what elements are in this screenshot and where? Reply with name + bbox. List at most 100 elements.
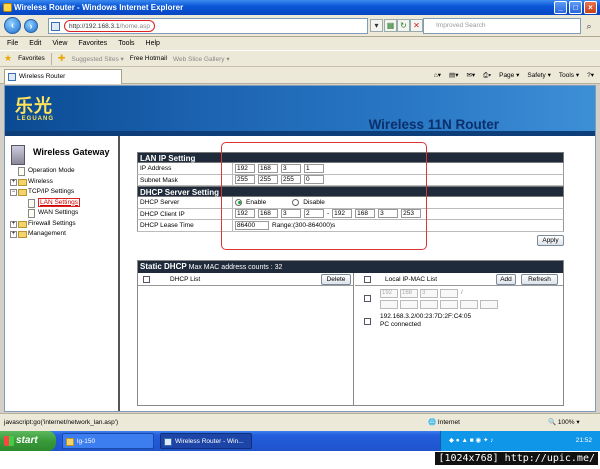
ip-address-row: IP Address 192 168 3 1 bbox=[137, 163, 564, 175]
mail-icon[interactable]: ✉▾ bbox=[466, 70, 475, 82]
dhcp-enable-radio[interactable] bbox=[235, 198, 242, 206]
new-mac-part-1[interactable] bbox=[380, 300, 398, 309]
safety-menu[interactable]: Safety ▾ bbox=[527, 70, 551, 82]
ip-octet-1[interactable]: 192 bbox=[235, 163, 255, 173]
tools-menu[interactable]: Tools ▾ bbox=[559, 70, 579, 82]
sidebar-item-firewall[interactable]: + Firewall Settings bbox=[10, 219, 80, 230]
ie-icon bbox=[164, 438, 172, 446]
new-mac-part-3[interactable] bbox=[420, 300, 438, 309]
start-button[interactable]: start bbox=[0, 431, 56, 451]
new-mac-part-6[interactable] bbox=[480, 300, 498, 309]
dhcp-client-ip-row: DHCP Client IP 192 168 3 2 - 192 168 3 2… bbox=[137, 208, 564, 220]
connected-entry: 192.168.3.2/00:23:7D:2F:C4:05 PC connect… bbox=[380, 313, 471, 329]
taskbar-item-folder[interactable]: lg-150 bbox=[62, 433, 154, 449]
taskbar-item-ie[interactable]: Wireless Router - Win... bbox=[160, 433, 252, 449]
new-ip-octet-4[interactable] bbox=[440, 289, 458, 298]
minimize-button[interactable]: _ bbox=[554, 1, 567, 14]
help-icon[interactable]: ?▾ bbox=[587, 70, 594, 82]
address-bar[interactable]: http://192.168.3.1/home.asp bbox=[48, 18, 368, 34]
expand-icon[interactable]: + bbox=[10, 220, 17, 228]
menu-favorites[interactable]: Favorites bbox=[78, 37, 107, 50]
new-ip-octet-1[interactable]: 192 bbox=[380, 289, 398, 298]
ip-address-label: IP Address bbox=[138, 163, 233, 174]
web-slice-gallery-link[interactable]: Web Slice Gallery ▾ bbox=[173, 55, 230, 63]
dhcp-start-octet-3[interactable]: 3 bbox=[281, 209, 301, 219]
refresh-button[interactable]: Refresh bbox=[521, 274, 558, 285]
zoom-level[interactable]: 🔍 100% ▾ bbox=[548, 414, 580, 431]
favorites-button[interactable]: Favorites bbox=[18, 55, 45, 62]
stop-icon[interactable]: ✕ bbox=[410, 19, 423, 32]
sidebar-item-label: Wireless bbox=[28, 177, 53, 185]
new-mac-part-2[interactable] bbox=[400, 300, 418, 309]
close-button[interactable]: × bbox=[584, 1, 597, 14]
dhcp-list-select-all[interactable] bbox=[143, 276, 150, 283]
new-mac-part-4[interactable] bbox=[440, 300, 458, 309]
status-url: javascript:go('internet/network_lan.asp'… bbox=[4, 419, 119, 426]
suggested-sites-link[interactable]: Suggested Sites ▾ bbox=[71, 55, 123, 63]
sidebar-item-lan-settings[interactable]: LAN Settings bbox=[10, 197, 80, 209]
ip-octet-2[interactable]: 168 bbox=[258, 163, 278, 173]
compatibility-icon[interactable]: ▦ bbox=[384, 19, 397, 32]
tab-wireless-router[interactable]: Wireless Router bbox=[4, 69, 122, 84]
new-mac-part-5[interactable] bbox=[460, 300, 478, 309]
menu-view[interactable]: View bbox=[52, 37, 67, 50]
menu-file[interactable]: File bbox=[7, 37, 18, 50]
sidebar-item-wan-settings[interactable]: WAN Settings bbox=[10, 208, 80, 219]
forward-button[interactable]: › bbox=[24, 19, 38, 33]
apply-button[interactable]: Apply bbox=[537, 234, 564, 246]
dhcp-start-octet-2[interactable]: 168 bbox=[258, 209, 278, 219]
add-favorite-icon[interactable]: ✚ bbox=[58, 53, 66, 64]
sidebar-item-wireless[interactable]: + Wireless bbox=[10, 177, 80, 188]
address-row: ‹ › http://192.168.3.1/home.asp ▾ ▦ ↻ ✕ … bbox=[0, 15, 600, 37]
feeds-icon[interactable]: ▤▾ bbox=[449, 70, 458, 82]
entry-checkbox[interactable] bbox=[364, 318, 371, 325]
dhcp-lease-input[interactable]: 86400 bbox=[235, 220, 269, 230]
ip-octet-4[interactable]: 1 bbox=[304, 163, 324, 173]
sidebar-item-label: Operation Mode bbox=[28, 167, 75, 174]
url-text[interactable]: http://192.168.3.1/home.asp bbox=[64, 20, 155, 32]
print-icon[interactable]: ⎙▾ bbox=[483, 70, 491, 82]
search-input[interactable]: Improved Search bbox=[423, 18, 581, 34]
page-menu[interactable]: Page ▾ bbox=[499, 70, 519, 82]
ip-octet-3[interactable]: 3 bbox=[281, 163, 301, 173]
delete-button[interactable]: Delete bbox=[321, 274, 351, 285]
sidebar-item-management[interactable]: + Management bbox=[10, 229, 80, 240]
dhcp-start-octet-4[interactable]: 2 bbox=[304, 209, 324, 219]
tray-icons[interactable]: ◆ ● ▲ ■ ◉ ✦ ♪ bbox=[449, 431, 494, 451]
collapse-icon[interactable]: − bbox=[10, 189, 17, 196]
dhcp-disable-radio[interactable] bbox=[292, 198, 300, 206]
menu-help[interactable]: Help bbox=[146, 37, 160, 50]
back-button[interactable]: ‹ bbox=[4, 17, 21, 34]
mask-octet-2[interactable]: 255 bbox=[258, 175, 278, 185]
menu-tools[interactable]: Tools bbox=[118, 37, 134, 50]
new-entry-checkbox[interactable] bbox=[364, 295, 371, 302]
dhcp-end-octet-3[interactable]: 3 bbox=[378, 209, 399, 219]
entry-ip-mac: 192.168.3.2/00:23:7D:2F:C4:05 bbox=[380, 313, 472, 320]
sidebar-item-tcpip[interactable]: − TCP/IP Settings bbox=[10, 187, 80, 198]
search-icon[interactable]: ⌕ bbox=[582, 19, 596, 33]
dhcp-end-octet-4[interactable]: 253 bbox=[401, 209, 422, 219]
add-button[interactable]: Add bbox=[496, 274, 516, 285]
page-icon bbox=[28, 209, 35, 218]
dhcp-end-octet-1[interactable]: 192 bbox=[332, 209, 353, 219]
sidebar-item-operation-mode[interactable]: Operation Mode bbox=[10, 166, 80, 177]
new-ip-octet-3[interactable]: 3 bbox=[420, 289, 438, 298]
dropdown-icon[interactable]: ▾ bbox=[370, 19, 383, 32]
free-hotmail-link[interactable]: Free Hotmail bbox=[130, 55, 167, 62]
mask-octet-4[interactable]: 0 bbox=[304, 175, 324, 185]
dhcp-start-octet-1[interactable]: 192 bbox=[235, 209, 255, 219]
clock[interactable]: 21:52 bbox=[576, 431, 592, 451]
folder-icon bbox=[18, 220, 27, 228]
local-list-select-all[interactable] bbox=[364, 276, 371, 283]
expand-icon[interactable]: + bbox=[10, 178, 17, 186]
home-icon[interactable]: ⌂▾ bbox=[434, 70, 441, 82]
mask-octet-3[interactable]: 255 bbox=[281, 175, 301, 185]
refresh-icon[interactable]: ↻ bbox=[397, 19, 410, 32]
mask-octet-1[interactable]: 255 bbox=[235, 175, 255, 185]
dhcp-end-octet-2[interactable]: 168 bbox=[355, 209, 376, 219]
menu-edit[interactable]: Edit bbox=[29, 37, 41, 50]
new-ip-octet-2[interactable]: 168 bbox=[400, 289, 418, 298]
expand-icon[interactable]: + bbox=[10, 231, 17, 238]
maximize-button[interactable]: □ bbox=[569, 1, 582, 14]
lan-section-header: LAN IP Setting bbox=[137, 152, 564, 163]
